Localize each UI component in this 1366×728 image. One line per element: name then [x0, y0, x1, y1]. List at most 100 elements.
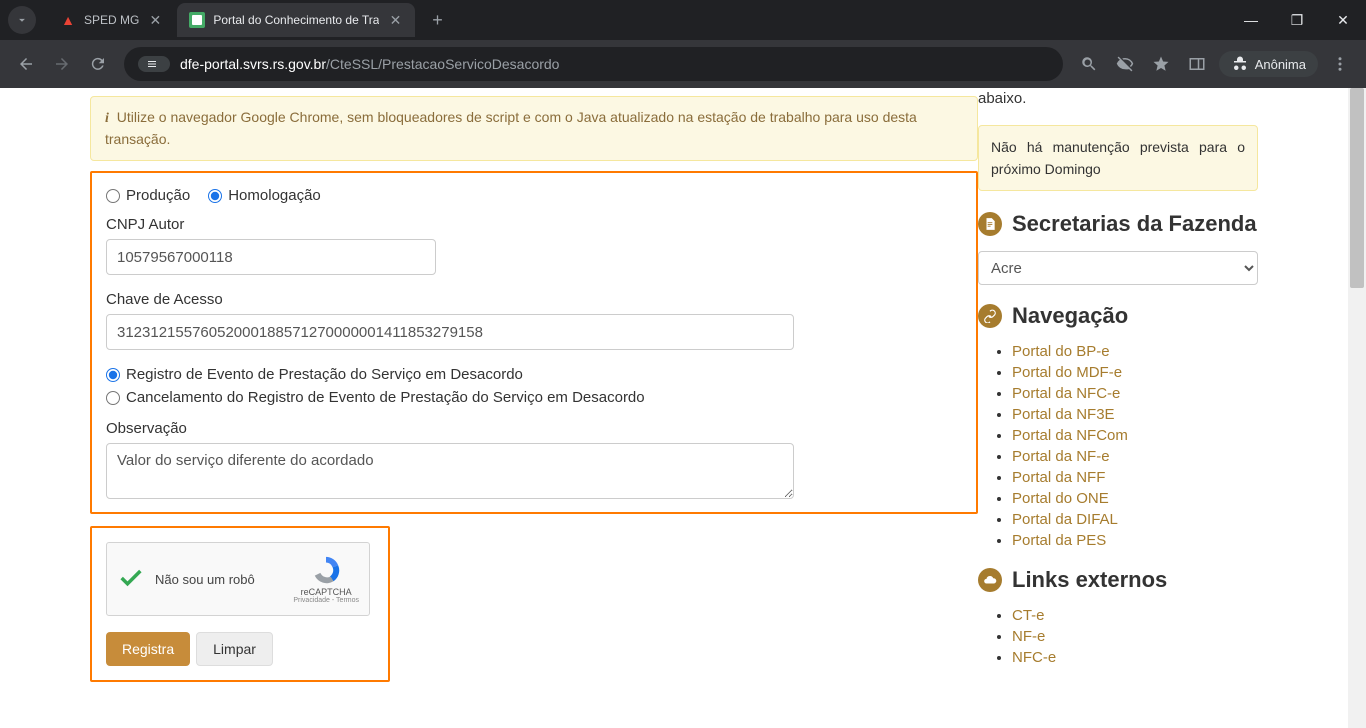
tab-title: Portal do Conhecimento de Tra: [213, 13, 379, 27]
browser-toolbar: dfe-portal.svrs.rs.gov.br/CteSSL/Prestac…: [0, 40, 1366, 88]
tab-title: SPED MG: [84, 13, 139, 27]
recaptcha-label: Não sou um robô: [155, 572, 255, 587]
tab-search-button[interactable]: [8, 6, 36, 34]
url-text: dfe-portal.svrs.rs.gov.br/CteSSL/Prestac…: [180, 56, 559, 72]
list-item: Portal da NF3E: [1012, 406, 1258, 423]
new-tab-button[interactable]: +: [423, 6, 451, 34]
tab-favicon-icon: [189, 12, 205, 28]
close-window-button[interactable]: ✕: [1320, 0, 1366, 40]
forward-button[interactable]: [44, 46, 80, 82]
nav-link[interactable]: Portal da NFF: [1012, 469, 1105, 486]
radio-producao[interactable]: Produção: [106, 187, 190, 204]
list-item: Portal do MDF-e: [1012, 364, 1258, 381]
close-tab-icon[interactable]: ✕: [147, 12, 163, 28]
list-item: Portal do BP-e: [1012, 343, 1258, 360]
radio-producao-label: Produção: [126, 187, 190, 204]
heading-navegacao-text: Navegação: [1012, 303, 1128, 329]
sidebar-text-fragment: abaixo.: [978, 88, 1258, 111]
ext-link[interactable]: NF-e: [1012, 628, 1045, 645]
link-icon: [978, 304, 1002, 328]
registra-button[interactable]: Registra: [106, 632, 190, 666]
radio-registro-input[interactable]: [106, 368, 120, 382]
reload-button[interactable]: [80, 46, 116, 82]
nav-link[interactable]: Portal da NFCom: [1012, 427, 1128, 444]
ext-link[interactable]: CT-e: [1012, 607, 1045, 624]
scrollbar-thumb[interactable]: [1350, 88, 1364, 288]
nav-link[interactable]: Portal da NF3E: [1012, 406, 1115, 423]
list-item: Portal da NFCom: [1012, 427, 1258, 444]
tab-portal-conhecimento[interactable]: Portal do Conhecimento de Tra ✕: [177, 3, 415, 37]
list-item: Portal da DIFAL: [1012, 511, 1258, 528]
secretarias-select[interactable]: Acre: [978, 251, 1258, 285]
tab-favicon-icon: ▲: [60, 12, 76, 28]
cloud-icon: [978, 568, 1002, 592]
list-item: Portal do ONE: [1012, 490, 1258, 507]
nav-link-list: Portal do BP-e Portal do MDF-e Portal da…: [978, 343, 1258, 549]
radio-homologacao-input[interactable]: [208, 189, 222, 203]
nav-link[interactable]: Portal do MDF-e: [1012, 364, 1122, 381]
recaptcha-brand-links: Privacidade - Termos: [293, 597, 359, 604]
radio-cancelamento-label: Cancelamento do Registro de Evento de Pr…: [126, 389, 645, 406]
site-info-chip[interactable]: [138, 56, 170, 72]
evento-radio-group: Registro de Evento de Prestação do Servi…: [106, 366, 966, 406]
radio-homologacao-label: Homologação: [228, 187, 321, 204]
nav-link[interactable]: Portal da NFC-e: [1012, 385, 1120, 402]
maximize-button[interactable]: ❐: [1274, 0, 1320, 40]
cnpj-input[interactable]: [106, 239, 436, 275]
nav-link[interactable]: Portal da PES: [1012, 532, 1106, 549]
tab-sped-mg[interactable]: ▲ SPED MG ✕: [48, 3, 175, 37]
info-icon: i: [105, 111, 109, 126]
info-alert: i Utilize o navegador Google Chrome, sem…: [90, 96, 978, 161]
recaptcha-brand-text: reCAPTCHA: [293, 587, 359, 597]
address-bar[interactable]: dfe-portal.svrs.rs.gov.br/CteSSL/Prestac…: [124, 47, 1063, 81]
nav-link[interactable]: Portal da DIFAL: [1012, 511, 1118, 528]
list-item: Portal da NFC-e: [1012, 385, 1258, 402]
heading-links-externos: Links externos: [978, 567, 1258, 593]
chave-label: Chave de Acesso: [106, 291, 966, 308]
info-alert-text: Utilize o navegador Google Chrome, sem b…: [105, 109, 917, 147]
minimize-button[interactable]: —: [1228, 0, 1274, 40]
cnpj-label: CNPJ Autor: [106, 216, 966, 233]
ext-link[interactable]: NFC-e: [1012, 649, 1056, 666]
browser-chrome: ▲ SPED MG ✕ Portal do Conhecimento de Tr…: [0, 0, 1366, 88]
zoom-icon[interactable]: [1071, 46, 1107, 82]
incognito-label: Anônima: [1255, 57, 1306, 72]
radio-cancelamento[interactable]: Cancelamento do Registro de Evento de Pr…: [106, 389, 966, 406]
browser-menu-icon[interactable]: [1322, 46, 1358, 82]
button-row: Registra Limpar: [106, 632, 374, 666]
limpar-button[interactable]: Limpar: [196, 632, 273, 666]
observacao-textarea[interactable]: Valor do serviço diferente do acordado: [106, 443, 794, 499]
radio-producao-input[interactable]: [106, 189, 120, 203]
list-item: Portal da NFF: [1012, 469, 1258, 486]
recaptcha-logo-icon: [311, 555, 341, 585]
bookmark-star-icon[interactable]: [1143, 46, 1179, 82]
recaptcha-brand: reCAPTCHA Privacidade - Termos: [293, 555, 359, 604]
side-panel-icon[interactable]: [1179, 46, 1215, 82]
ext-link-list: CT-e NF-e NFC-e: [978, 607, 1258, 666]
page-content: i Utilize o navegador Google Chrome, sem…: [0, 88, 1366, 728]
recaptcha-widget[interactable]: Não sou um robô reCAPTCHA Privacidade - …: [106, 542, 370, 616]
radio-registro[interactable]: Registro de Evento de Prestação do Servi…: [106, 366, 966, 383]
back-button[interactable]: [8, 46, 44, 82]
checkmark-icon: [117, 564, 145, 595]
heading-secretarias: Secretarias da Fazenda: [978, 211, 1258, 237]
incognito-chip[interactable]: Anônima: [1219, 51, 1318, 77]
eye-off-icon[interactable]: [1107, 46, 1143, 82]
captcha-box: Não sou um robô reCAPTCHA Privacidade - …: [90, 526, 390, 682]
main-column: i Utilize o navegador Google Chrome, sem…: [0, 88, 978, 728]
list-item: NF-e: [1012, 628, 1258, 645]
radio-registro-label: Registro de Evento de Prestação do Servi…: [126, 366, 523, 383]
close-tab-icon[interactable]: ✕: [387, 12, 403, 28]
radio-cancelamento-input[interactable]: [106, 391, 120, 405]
maintenance-alert: Não há manutenção prevista para o próxim…: [978, 125, 1258, 192]
document-icon: [978, 212, 1002, 236]
scrollbar-track[interactable]: [1348, 88, 1366, 728]
window-controls: — ❐ ✕: [1228, 0, 1366, 40]
list-item: Portal da NF-e: [1012, 448, 1258, 465]
nav-link[interactable]: Portal da NF-e: [1012, 448, 1110, 465]
nav-link[interactable]: Portal do BP-e: [1012, 343, 1110, 360]
chave-input[interactable]: [106, 314, 794, 350]
radio-homologacao[interactable]: Homologação: [208, 187, 321, 204]
tabs-bar: ▲ SPED MG ✕ Portal do Conhecimento de Tr…: [0, 0, 1366, 40]
nav-link[interactable]: Portal do ONE: [1012, 490, 1109, 507]
